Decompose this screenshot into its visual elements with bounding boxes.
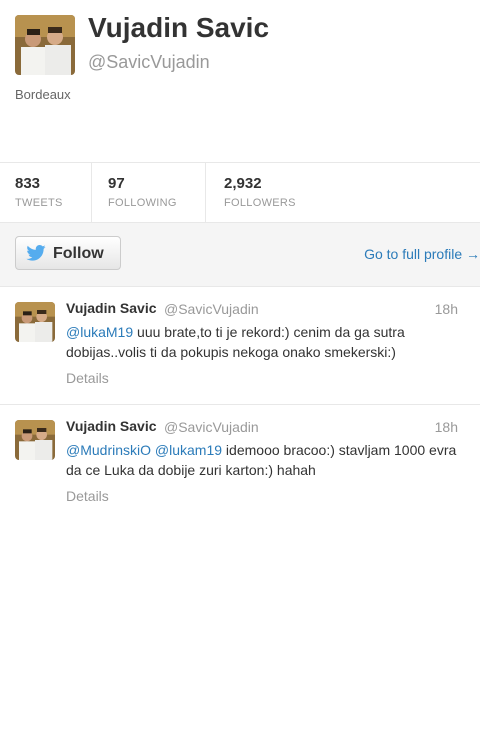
twitter-bird-icon xyxy=(26,245,46,261)
profile-header: Vujadin Savic @SavicVujadin Bordeaux xyxy=(0,0,480,162)
action-bar: Follow Go to full profile → xyxy=(0,222,480,287)
tweet-avatar[interactable] xyxy=(15,420,55,460)
stat-followers-count: 2,932 xyxy=(224,175,262,192)
tweet-item[interactable]: Vujadin Savic @SavicVujadin 18h @lukaM19… xyxy=(0,286,480,405)
tweet-item[interactable]: Vujadin Savic @SavicVujadin 18h @Mudrins… xyxy=(0,404,480,523)
follow-button[interactable]: Follow xyxy=(15,236,121,270)
follow-button-label: Follow xyxy=(53,245,104,262)
tweet-mention[interactable]: @lukam19 xyxy=(155,442,222,458)
tweet-mention[interactable]: @MudrinskiO xyxy=(66,442,151,458)
tweet-timestamp[interactable]: 18h xyxy=(435,419,458,435)
tweet-text: @lukaM19 uuu brate,to ti je rekord:) cen… xyxy=(66,322,461,362)
profile-stats: 833 TWEETS 97 FOLLOWING 2,932 FOLLOWERS xyxy=(0,162,480,223)
tweet-author-name[interactable]: Vujadin Savic xyxy=(66,300,157,316)
tweet-mention[interactable]: @lukaM19 xyxy=(66,324,133,340)
stat-tweets-label: TWEETS xyxy=(15,197,63,209)
tweet-details-link[interactable]: Details xyxy=(66,488,109,504)
tweet-text: @MudrinskiO @lukam19 idemooo bracoo:) st… xyxy=(66,440,461,480)
profile-handle: @SavicVujadin xyxy=(88,52,210,72)
stat-followers-label: FOLLOWERS xyxy=(224,197,296,209)
stat-following-count: 97 xyxy=(108,175,125,192)
tweet-details-link[interactable]: Details xyxy=(66,370,109,386)
profile-name: Vujadin Savic xyxy=(88,12,270,43)
full-profile-link[interactable]: Go to full profile → xyxy=(364,246,480,262)
profile-card: Vujadin Savic @SavicVujadin Bordeaux 833… xyxy=(0,0,480,504)
tweet-author-handle[interactable]: @SavicVujadin xyxy=(164,301,259,317)
tweet-author-name[interactable]: Vujadin Savic xyxy=(66,418,157,434)
tweet-timestamp[interactable]: 18h xyxy=(435,301,458,317)
profile-avatar[interactable] xyxy=(15,15,75,75)
tweet-author-handle[interactable]: @SavicVujadin xyxy=(164,419,259,435)
tweet-avatar[interactable] xyxy=(15,302,55,342)
stat-tweets-count: 833 xyxy=(15,175,41,192)
stat-following-label: FOLLOWING xyxy=(108,197,177,209)
stat-divider xyxy=(205,163,206,223)
profile-location: Bordeaux xyxy=(15,87,71,102)
stat-divider xyxy=(91,163,92,223)
